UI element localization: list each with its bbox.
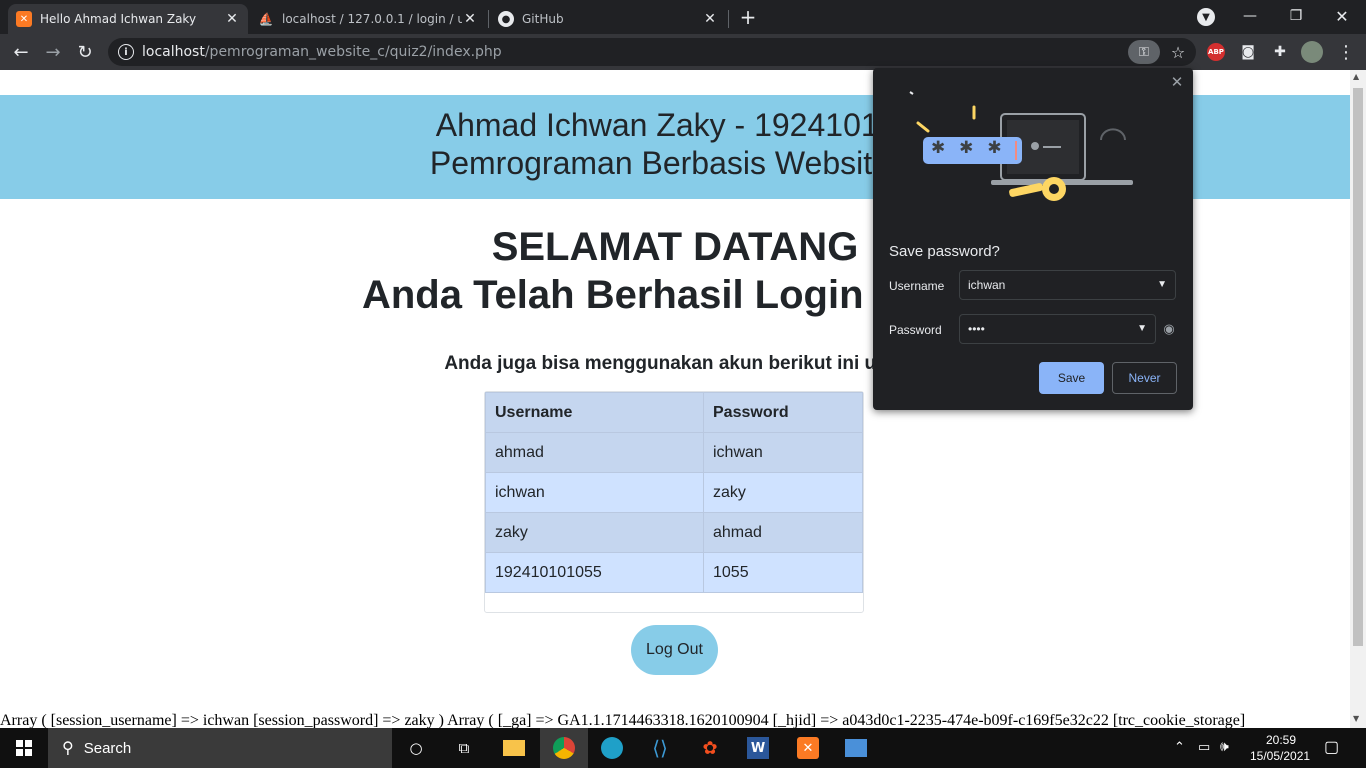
abp-label: ABP [1207, 43, 1225, 61]
clock-date[interactable]: 15/05/2021 [1250, 749, 1310, 763]
url-path: /pemrograman_website_c/quiz2/index.php [204, 44, 502, 60]
windows-start-icon[interactable] [8, 732, 40, 764]
new-tab-button[interactable]: + [736, 4, 760, 30]
username-cell: ahmad [485, 432, 704, 473]
xampp-favicon-icon: ✕ [16, 11, 32, 27]
password-cell: ahmad [703, 512, 863, 553]
username-cell: 192410101055 [485, 552, 704, 593]
vscode-icon[interactable]: ⟨⟩ [644, 732, 676, 764]
bookmark-star-icon[interactable]: ☆ [1166, 40, 1190, 64]
edge-icon[interactable] [596, 732, 628, 764]
tab-title: GitHub [522, 12, 564, 26]
username-cell: zaky [485, 512, 704, 553]
tab-title: localhost / 127.0.0.1 / login / user [282, 12, 462, 26]
tab-separator [488, 10, 489, 28]
username-select[interactable]: ichwan ▼ [959, 270, 1176, 300]
clock-time[interactable]: 20:59 [1266, 733, 1296, 747]
password-value: •••• [968, 322, 985, 336]
masked-stars-text: ✱ ✱ ✱ [931, 138, 1006, 158]
close-tab-icon[interactable]: ✕ [702, 11, 718, 27]
password-illustration [909, 91, 1133, 201]
table-row: zaky ahmad [485, 512, 863, 553]
camera-icon[interactable]: ◙ [1236, 40, 1260, 64]
close-window-button[interactable]: ✕ [1319, 0, 1365, 32]
tab-phpmyadmin[interactable]: ⛵ localhost / 127.0.0.1 / login / user ✕ [250, 4, 486, 34]
tab-title: Hello Ahmad Ichwan Zaky [40, 12, 197, 26]
back-arrow-icon[interactable]: ← [7, 38, 35, 66]
volume-icon[interactable]: 🕪 [1220, 738, 1229, 755]
github-favicon-icon: ● [498, 11, 514, 27]
windows-taskbar: ⚲ Search ○ ⧉ ⟨⟩ ✿ W ✕ ⌃ ▭ 🕪 20:59 15/05/… [0, 728, 1366, 768]
chrome-taskbar-icon[interactable] [540, 728, 588, 768]
never-button[interactable]: Never [1112, 362, 1177, 394]
page-scrollbar[interactable]: ▲ ▼ [1350, 70, 1366, 728]
session-array-dump: Array ( [session_username] => ichwan [se… [0, 712, 1246, 728]
profile-avatar[interactable] [1300, 40, 1324, 64]
reload-icon[interactable]: ↻ [71, 38, 99, 66]
taskbar-search-box[interactable]: ⚲ Search [48, 728, 392, 768]
save-button[interactable]: Save [1039, 362, 1104, 394]
scroll-thumb[interactable] [1353, 88, 1363, 646]
password-cell: zaky [703, 472, 863, 513]
save-password-dialog: ✕ ✱ ✱ ✱ Save password? Username ichwan ▼… [873, 68, 1193, 410]
tab-hello[interactable]: ✕ Hello Ahmad Ichwan Zaky ✕ [8, 4, 248, 34]
browser-toolbar: ← → ↻ i localhost/pemrograman_website_c/… [0, 34, 1366, 70]
password-label: Password [889, 323, 942, 337]
address-bar[interactable]: i localhost/pemrograman_website_c/quiz2/… [108, 38, 1196, 66]
restore-button[interactable]: ❐ [1273, 0, 1319, 32]
username-cell: ichwan [485, 472, 704, 513]
accounts-table: Username Password ahmad ichwan ichwan za… [485, 392, 863, 593]
word-icon[interactable]: W [742, 732, 774, 764]
xampp-icon[interactable]: ✕ [792, 732, 824, 764]
dialog-title: Save password? [889, 243, 1000, 260]
scroll-up-icon[interactable]: ▲ [1353, 72, 1359, 81]
tab-strip: ✕ Hello Ahmad Ichwan Zaky ✕ ⛵ localhost … [0, 0, 1366, 34]
password-cell: 1055 [703, 552, 863, 593]
logout-button[interactable]: Log Out [631, 625, 718, 675]
password-select[interactable]: •••• ▼ [959, 314, 1156, 344]
chevron-up-icon[interactable]: ⌃ [1174, 739, 1185, 755]
search-icon: ⚲ [62, 740, 74, 757]
tab-github[interactable]: ● GitHub ✕ [490, 4, 726, 34]
column-header-password: Password [703, 392, 863, 433]
accounts-table-container: Username Password ahmad ichwan ichwan za… [484, 391, 864, 613]
figma-icon[interactable]: ✿ [694, 732, 726, 764]
menu-kebab-icon[interactable]: ⋮ [1334, 40, 1358, 64]
scroll-down-icon[interactable]: ▼ [1353, 714, 1359, 723]
key-icon[interactable]: ⚿ [1128, 40, 1160, 64]
photos-icon[interactable] [840, 732, 872, 764]
close-tab-icon[interactable]: ✕ [224, 11, 240, 27]
table-row: 192410101055 1055 [485, 552, 863, 593]
adblock-icon[interactable]: ABP [1204, 40, 1228, 64]
search-placeholder: Search [83, 739, 132, 757]
task-view-icon[interactable]: ⧉ [448, 732, 480, 764]
url-host: localhost [142, 44, 205, 60]
show-password-eye-icon[interactable]: ◉ [1159, 320, 1179, 338]
phpmyadmin-favicon-icon: ⛵ [258, 12, 274, 26]
file-explorer-icon[interactable] [498, 732, 530, 764]
password-cell: ichwan [703, 432, 863, 473]
chevron-down-icon: ▼ [1157, 279, 1167, 290]
column-header-username: Username [485, 392, 704, 433]
username-value: ichwan [968, 278, 1006, 292]
info-icon[interactable]: i [118, 44, 134, 60]
forward-arrow-icon[interactable]: → [39, 38, 67, 66]
cortana-icon[interactable]: ○ [400, 732, 432, 764]
table-row: ahmad ichwan [485, 432, 863, 473]
close-tab-icon[interactable]: ✕ [462, 11, 478, 27]
tab-separator [728, 10, 729, 28]
url-text: localhost/pemrograman_website_c/quiz2/in… [142, 44, 502, 60]
extensions-puzzle-icon[interactable]: ✚ [1268, 40, 1292, 64]
table-row: ichwan zaky [485, 472, 863, 513]
notifications-icon[interactable]: ▢ [1324, 737, 1339, 757]
battery-icon[interactable]: ▭ [1198, 739, 1210, 755]
username-label: Username [889, 279, 945, 293]
chevron-down-icon: ▼ [1137, 323, 1147, 334]
tab-search-icon[interactable]: ▼ [1197, 8, 1215, 26]
table-header-row: Username Password [485, 392, 863, 433]
minimize-button[interactable]: — [1227, 0, 1273, 32]
